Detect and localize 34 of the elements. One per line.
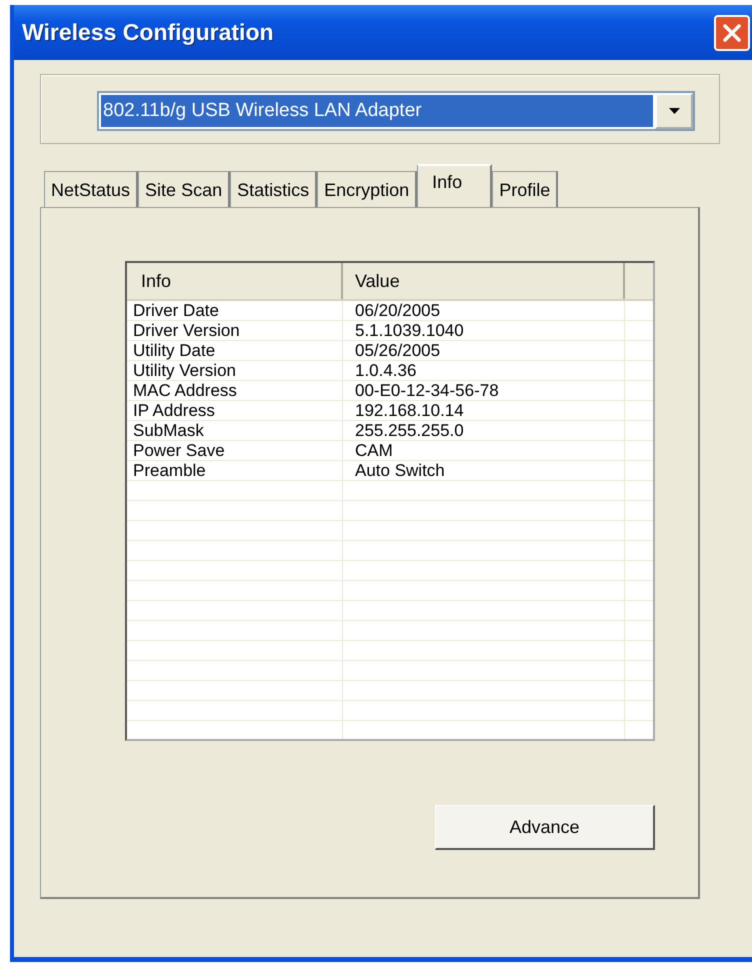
table-cell: 192.168.10.14 <box>343 401 625 420</box>
table-cell: 1.0.4.36 <box>343 361 625 380</box>
tab[interactable]: Encryption <box>317 171 418 207</box>
table-cell: 255.255.255.0 <box>343 421 625 440</box>
close-button[interactable] <box>714 14 750 50</box>
dropdown-value: 802.11b/g USB Wireless LAN Adapter <box>101 95 653 127</box>
window-title: Wireless Configuration <box>22 19 274 46</box>
caret-icon <box>668 108 680 114</box>
table-cell: Auto Switch <box>343 461 625 480</box>
table-cell: 5.1.1039.1040 <box>343 321 625 340</box>
dropdown-button[interactable] <box>655 93 693 129</box>
tab[interactable]: NetStatus <box>44 171 138 207</box>
table-cell: 00-E0-12-34-56-78 <box>343 381 625 400</box>
table-cell: CAM <box>343 441 625 460</box>
column-header[interactable]: Value <box>343 263 625 299</box>
table-cell: 06/20/2005 <box>343 301 625 320</box>
tab[interactable]: Statistics <box>230 171 318 207</box>
table-cell: MAC Address <box>127 381 343 400</box>
tab[interactable]: Profile <box>492 171 558 207</box>
table-cell: SubMask <box>127 421 343 440</box>
close-icon <box>721 22 743 44</box>
table-cell: 05/26/2005 <box>343 341 625 360</box>
column-header[interactable]: Info <box>127 263 343 299</box>
table-cell: Power Save <box>127 441 343 460</box>
advance-button[interactable]: Advance <box>435 805 655 850</box>
adapter-dropdown[interactable]: 802.11b/g USB Wireless LAN Adapter <box>97 91 695 131</box>
table-cell: Utility Version <box>127 361 343 380</box>
tab[interactable]: Site Scan <box>138 171 230 207</box>
table-cell: Preamble <box>127 461 343 480</box>
table-cell: Driver Date <box>127 301 343 320</box>
table-cell: IP Address <box>127 401 343 420</box>
table-cell: Driver Version <box>127 321 343 340</box>
table-cell: Utility Date <box>127 341 343 360</box>
tab[interactable]: Info <box>417 164 492 207</box>
